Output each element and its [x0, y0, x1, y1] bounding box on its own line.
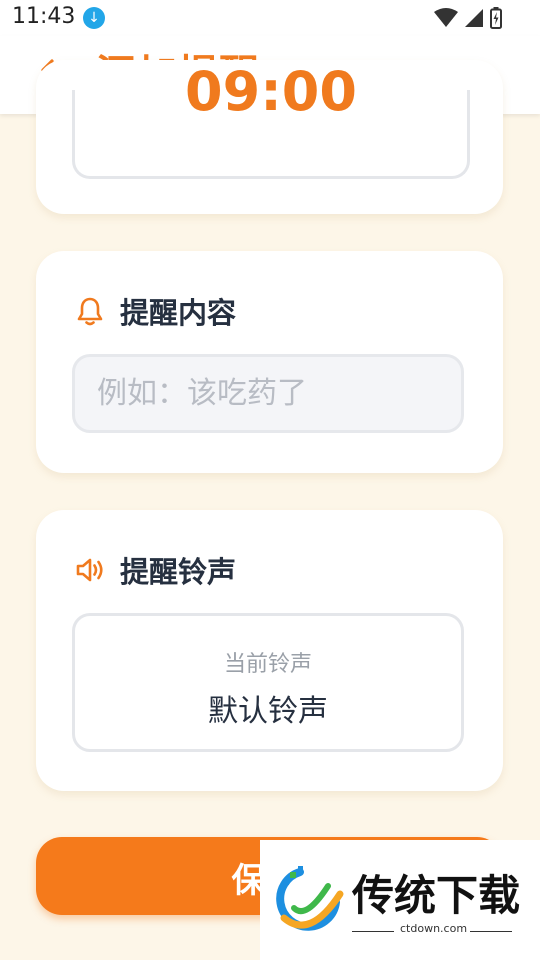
reminder-content-input[interactable]	[72, 354, 464, 433]
wifi-icon	[434, 8, 458, 27]
download-icon: ↓	[83, 7, 105, 29]
watermark-divider-left	[352, 931, 394, 932]
system-icons	[434, 7, 502, 29]
content-section-title: 提醒内容	[120, 296, 237, 330]
ringtone-selector[interactable]: 当前铃声 默认铃声	[72, 613, 464, 752]
watermark-divider-right	[470, 931, 512, 932]
battery-charging-icon	[490, 7, 502, 29]
ringtone-caption: 当前铃声	[223, 652, 312, 677]
ringtone-card: 提醒铃声 当前铃声 默认铃声	[36, 510, 503, 791]
time-picker[interactable]: 09:00	[72, 60, 470, 179]
bell-icon	[77, 297, 103, 326]
watermark-logo	[276, 866, 344, 931]
watermark-url: ctdown.com	[400, 922, 468, 935]
speaker-icon	[76, 558, 103, 582]
content-section-header: 提醒内容	[74, 291, 236, 331]
signal-icon	[465, 9, 483, 27]
time-card: 09:00	[36, 60, 503, 214]
ringtone-section-header: 提醒铃声	[74, 550, 236, 590]
ringtone-value: 默认铃声	[208, 694, 328, 729]
ringtone-section-title: 提醒铃声	[120, 555, 237, 589]
content-card: 提醒内容	[36, 251, 503, 473]
time-value: 09:00	[185, 60, 357, 123]
watermark: 传统下载 ctdown.com	[260, 840, 540, 960]
status-bar: 11:43 ↓	[0, 0, 540, 36]
status-time: 11:43	[12, 4, 76, 29]
watermark-name: 传统下载	[352, 871, 521, 920]
